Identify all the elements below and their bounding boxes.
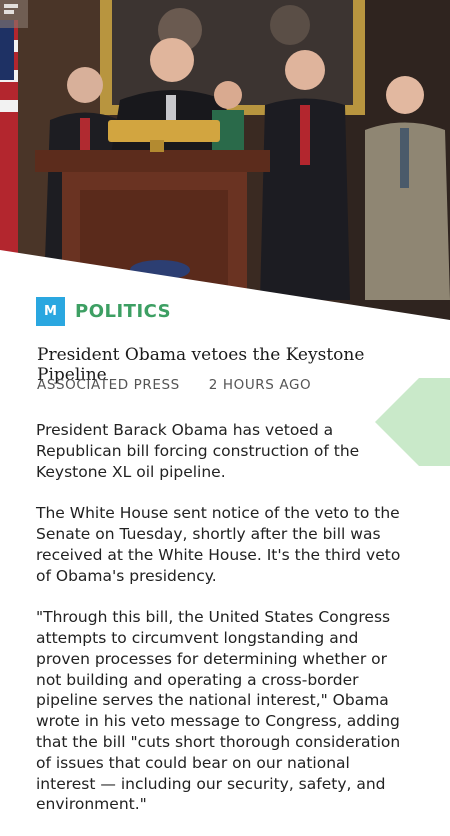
article-meta: ASSOCIATED PRESS 2 HOURS AGO	[37, 377, 311, 393]
next-arrow-icon[interactable]	[375, 378, 450, 466]
article-paragraph: "Through this bill, the United States Co…	[36, 608, 401, 814]
publisher-logo: M	[36, 296, 65, 326]
panel-icon[interactable]	[0, 0, 28, 28]
hero-diagonal-cut	[0, 250, 450, 320]
article-paragraph: President Barack Obama has vetoed a Repu…	[36, 421, 360, 481]
article-paragraph: The White House sent notice of the veto …	[36, 504, 401, 585]
section-header: M POLITICS	[36, 296, 171, 326]
article-timestamp: 2 HOURS AGO	[208, 377, 312, 393]
section-label[interactable]: POLITICS	[75, 301, 171, 322]
article-source: ASSOCIATED PRESS	[37, 377, 180, 393]
article-body: President Barack Obama has vetoed a Repu…	[36, 420, 408, 836]
hero-photo	[0, 0, 450, 320]
